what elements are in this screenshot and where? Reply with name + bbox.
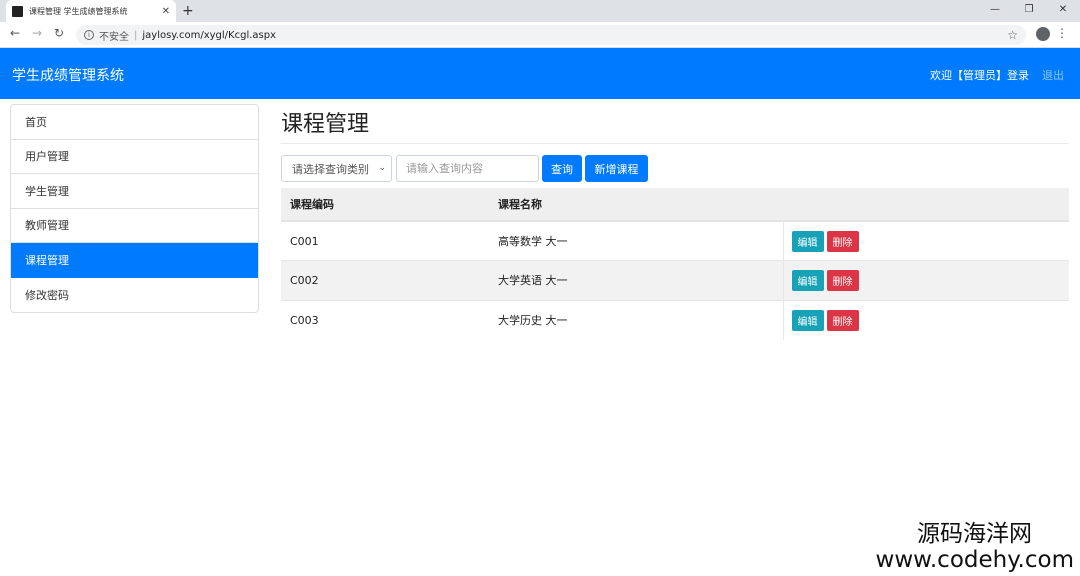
query-button[interactable]: 查询 (542, 155, 582, 182)
delete-button[interactable]: 删除 (826, 269, 859, 291)
query-type-value: 请选择查询类别 (292, 162, 369, 176)
sidebar-item-teachers[interactable]: 教师管理 (11, 209, 258, 243)
edit-button[interactable]: 编辑 (791, 309, 824, 331)
app-brand[interactable]: 学生成绩管理系统 (12, 65, 124, 85)
delete-button[interactable]: 删除 (826, 309, 859, 331)
watermark-line1: 源码海洋网 (917, 521, 1032, 547)
table-row: C003 大学历史 大一 编辑 删除 (281, 299, 1069, 340)
tab-title: 课程管理 学生成绩管理系统 (29, 6, 128, 16)
page-title: 课程管理 (281, 112, 370, 137)
edit-button[interactable]: 编辑 (791, 269, 824, 291)
sidebar: 首页 用户管理 学生管理 教师管理 课程管理 修改密码 (10, 104, 259, 313)
cell-course-code: C001 (281, 220, 489, 261)
welcome-text: 欢迎【管理员】登录 (930, 69, 1029, 82)
profile-avatar-icon[interactable] (1036, 27, 1050, 41)
new-tab-button[interactable]: + (182, 2, 194, 20)
watermark-line2: www.codehy.com (875, 547, 1074, 573)
logout-link[interactable]: 退出 (1042, 67, 1064, 83)
insecure-label: 不安全 (99, 31, 129, 43)
table-row: C001 高等数学 大一 编辑 删除 (281, 220, 1069, 261)
header-actions (783, 188, 1069, 222)
browser-tab[interactable]: 课程管理 学生成绩管理系统 ✕ (6, 0, 176, 22)
chevron-down-icon: ⌄ (378, 163, 386, 173)
sidebar-item-students[interactable]: 学生管理 (11, 174, 258, 209)
title-divider (281, 143, 1069, 144)
edit-button[interactable]: 编辑 (791, 230, 824, 252)
sidebar-item-users[interactable]: 用户管理 (11, 140, 258, 174)
app-navbar: 学生成绩管理系统 欢迎【管理员】登录 退出 (0, 48, 1080, 99)
sidebar-item-home[interactable]: 首页 (11, 105, 258, 140)
cell-course-code: C003 (281, 299, 489, 340)
forward-icon[interactable]: → (32, 26, 42, 40)
cell-course-name: 大学英语 大一 (489, 260, 783, 300)
cell-course-code: C002 (281, 260, 489, 300)
cell-actions: 编辑 删除 (782, 260, 1069, 300)
delete-button[interactable]: 删除 (826, 230, 859, 252)
reload-icon[interactable]: ↻ (54, 26, 64, 40)
search-input[interactable] (396, 155, 539, 182)
url-omnibox[interactable]: i 不安全 | jaylosy.com/xygl/Kcgl.aspx ☆ (76, 25, 1026, 45)
add-course-button[interactable]: 新增课程 (585, 155, 648, 182)
window-close-button[interactable]: ✕ (1046, 0, 1080, 18)
back-icon[interactable]: ← (10, 26, 20, 40)
header-course-name: 课程名称 (489, 188, 783, 222)
address-bar: ← → ↻ i 不安全 | jaylosy.com/xygl/Kcgl.aspx… (0, 22, 1080, 48)
window-controls: — ❐ ✕ (978, 0, 1080, 22)
sidebar-item-change-password[interactable]: 修改密码 (11, 278, 258, 313)
url-separator: | (134, 29, 138, 41)
browser-menu-icon[interactable]: ⋮ (1056, 26, 1068, 40)
tab-close-icon[interactable]: ✕ (162, 6, 170, 17)
header-course-code: 课程编码 (281, 188, 489, 222)
minimize-button[interactable]: — (978, 0, 1012, 18)
watermark: 源码海洋网 www.codehy.com (876, 521, 1074, 573)
bookmark-star-icon[interactable]: ☆ (1007, 28, 1018, 42)
cell-course-name: 高等数学 大一 (489, 220, 783, 261)
favicon-icon (12, 5, 23, 17)
sidebar-item-courses[interactable]: 课程管理 (11, 243, 258, 278)
course-table: 课程编码 课程名称 C001 高等数学 大一 编辑 删除 C002 大学英语 大一… (281, 188, 1069, 340)
table-header-row: 课程编码 课程名称 (281, 188, 1069, 222)
url-text[interactable]: jaylosy.com/xygl/Kcgl.aspx (142, 30, 1007, 41)
maximize-button[interactable]: ❐ (1012, 0, 1046, 18)
table-row: C002 大学英语 大一 编辑 删除 (281, 260, 1069, 300)
cell-actions: 编辑 删除 (782, 299, 1069, 340)
info-icon[interactable]: i (84, 30, 94, 40)
browser-tab-bar: 课程管理 学生成绩管理系统 ✕ + — ❐ ✕ (0, 0, 1080, 22)
cell-actions: 编辑 删除 (782, 220, 1069, 261)
query-type-select[interactable]: 请选择查询类别 ⌄ (281, 155, 392, 182)
cell-course-name: 大学历史 大一 (489, 299, 783, 340)
